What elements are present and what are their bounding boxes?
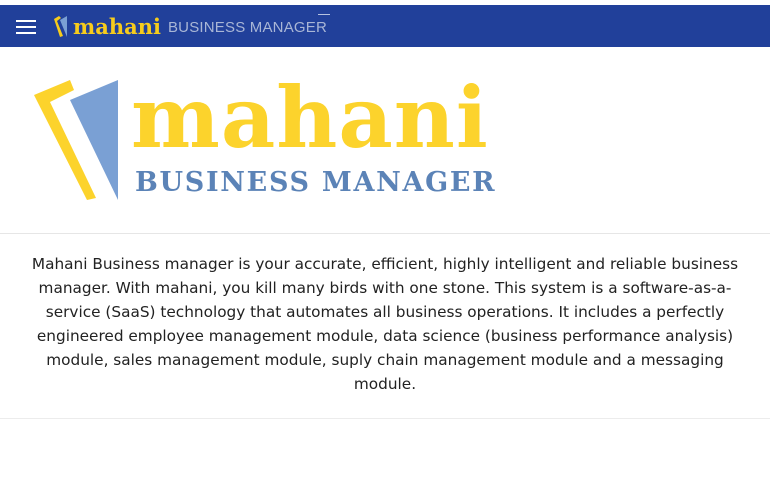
logo-mark-icon xyxy=(34,80,118,200)
hero-logo-subtitle: BUSINESS MANAGER xyxy=(135,167,497,198)
hero-logo-word: mahani xyxy=(131,68,489,167)
hero-logo: mahani BUSINESS MANAGER xyxy=(32,76,495,250)
menu-line xyxy=(16,20,36,22)
section-divider xyxy=(0,418,770,419)
about-description: Mahani Business manager is your accurate… xyxy=(31,255,739,393)
navbar-divider-mark xyxy=(318,14,330,15)
menu-line xyxy=(16,26,36,28)
menu-line xyxy=(16,32,36,34)
navbar-logo[interactable]: mahani BUSINESS MANAGER xyxy=(54,12,327,40)
top-navbar: mahani BUSINESS MANAGER xyxy=(0,5,770,47)
navbar-logo-subtitle: BUSINESS MANAGER xyxy=(167,19,328,36)
hero-banner: mahani BUSINESS MANAGER xyxy=(0,47,770,234)
navbar-logo-word: mahani xyxy=(73,13,161,39)
logo-mark-icon xyxy=(54,16,67,37)
hamburger-menu-icon[interactable] xyxy=(16,19,36,35)
